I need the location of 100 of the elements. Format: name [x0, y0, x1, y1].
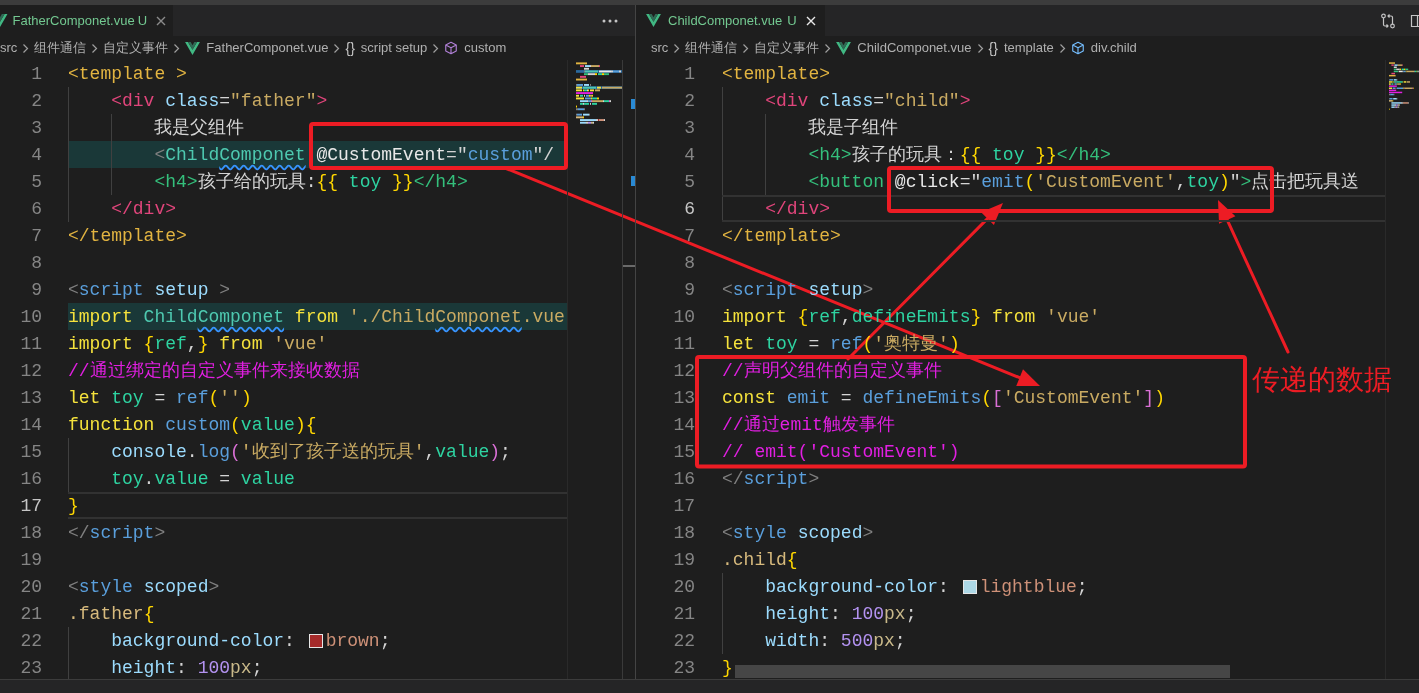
code-line: 我是子组件: [808, 116, 899, 139]
line-number: 7: [31, 224, 42, 247]
code-line: function custom(value){: [68, 413, 317, 436]
line-number: 14: [20, 413, 42, 436]
line-number: 3: [31, 116, 42, 139]
line-number: 9: [31, 278, 42, 301]
code-line: console.log('收到了孩子送的玩具',value);: [111, 440, 511, 463]
line-number: 19: [20, 548, 42, 571]
breadcrumb-item[interactable]: 组件通信: [685, 38, 738, 58]
chevron-right-icon: [673, 42, 681, 54]
code-line: height: 100px;: [765, 602, 917, 625]
line-number: 11: [673, 332, 695, 355]
breadcrumb-item[interactable]: FatherComponet.vue: [185, 38, 329, 58]
scrollbar-thumb[interactable]: [735, 665, 1230, 678]
chevron-right-icon: [91, 42, 99, 54]
line-number: 23: [673, 656, 695, 679]
code-line: <style scoped>: [722, 521, 874, 544]
chevron-right-icon: [824, 42, 832, 54]
breadcrumb-item[interactable]: src: [0, 38, 18, 58]
line-number: 6: [31, 197, 42, 220]
code-line: <template>: [722, 62, 831, 85]
breadcrumb-item[interactable]: ChildComponet.vue: [836, 38, 972, 58]
more-actions-icon[interactable]: [602, 18, 618, 23]
change-marker-icon: [631, 99, 635, 109]
chevron-right-icon: [742, 42, 750, 54]
breadcrumb-item[interactable]: src: [651, 38, 669, 58]
line-number: 16: [673, 467, 695, 490]
breadcrumb-item[interactable]: div.child: [1070, 38, 1137, 58]
code-line: <div class="father">: [111, 89, 328, 112]
editor-tab[interactable]: ChildComponet.vue U: [636, 5, 825, 36]
split-editor-icon[interactable]: [1410, 12, 1419, 29]
chevron-right-icon: [333, 42, 341, 54]
braces-icon: {}: [988, 37, 998, 59]
line-number: 19: [673, 548, 695, 571]
annotation-label: 传递的数据: [1252, 364, 1392, 396]
line-number: 20: [673, 575, 695, 598]
breadcrumb-item[interactable]: custom: [444, 38, 507, 58]
line-number: 6: [684, 197, 695, 220]
code-line: brown;: [325, 629, 391, 652]
cube-icon: [444, 41, 459, 55]
breadcrumb-item[interactable]: {} script setup: [345, 37, 428, 59]
line-number: 13: [20, 386, 42, 409]
code-line: <h4>孩子的玩具：{{ toy }}</h4>: [808, 143, 1111, 166]
line-number: 18: [673, 521, 695, 544]
chevron-right-icon: [976, 42, 984, 54]
git-status: U: [137, 11, 147, 30]
code-line: </template>: [722, 224, 841, 247]
line-number: 22: [20, 629, 42, 652]
code-line: lightblue;: [979, 575, 1088, 598]
line-number: 1: [31, 62, 42, 85]
breadcrumb-item[interactable]: 自定义事件: [103, 38, 169, 58]
code-line: <script setup>: [722, 278, 874, 301]
line-number: 10: [673, 305, 695, 328]
breadcrumb-item[interactable]: 自定义事件: [754, 38, 820, 58]
line-number: 8: [31, 251, 42, 274]
code-line: .child{: [722, 548, 798, 571]
editor-tab[interactable]: FatherComponet.vue U: [0, 5, 173, 36]
line-number: 3: [684, 116, 695, 139]
braces-icon: {}: [345, 37, 355, 59]
cursor-marker-icon: [623, 265, 635, 267]
code-line: toy.value = value: [111, 467, 295, 490]
line-number: 15: [673, 440, 695, 463]
code-line: <div class="child">: [765, 89, 971, 112]
code-line: import ChildComponet from './ChildComponet.vue: [68, 305, 565, 328]
line-number: 17: [20, 494, 42, 517]
code-line: //通过绑定的自定义事件来接收数据: [68, 359, 360, 382]
code-line: </script>: [722, 467, 820, 490]
vue-icon: [0, 14, 8, 27]
line-number: 18: [20, 521, 42, 544]
chevron-right-icon: [1058, 42, 1066, 54]
code-line: //通过emit触发事件: [722, 413, 895, 436]
line-number: 21: [20, 602, 42, 625]
code-line: </template>: [68, 224, 187, 247]
change-marker-icon: [631, 176, 635, 186]
cube-icon: [1070, 41, 1085, 55]
minimap-drawing: [1389, 62, 1419, 111]
minimap-drawing: [576, 62, 622, 125]
line-number: 2: [31, 89, 42, 112]
vue-icon: [646, 14, 661, 27]
code-line: }: [68, 494, 79, 517]
code-line: .father{: [68, 602, 155, 625]
breadcrumb-item[interactable]: {} template: [988, 37, 1054, 59]
line-number: 10: [20, 305, 42, 328]
breadcrumb-item[interactable]: 组件通信: [34, 38, 87, 58]
line-number: 20: [20, 575, 42, 598]
code-line: background-color:: [111, 629, 296, 652]
line-number: 14: [673, 413, 695, 436]
code-line: width: 500px;: [765, 629, 906, 652]
chevron-right-icon: [173, 42, 181, 54]
chevron-right-icon: [432, 42, 440, 54]
line-number: 12: [673, 359, 695, 382]
line-number: 17: [673, 494, 695, 517]
code-line: 我是父组件: [154, 116, 245, 139]
code-line: </div>: [111, 197, 176, 220]
line-number: 23: [20, 656, 42, 679]
line-number: 13: [673, 386, 695, 409]
code-line: }: [722, 656, 733, 679]
code-line: <h4>孩子给的玩具:{{ toy }}</h4>: [154, 170, 468, 193]
compare-changes-icon[interactable]: [1380, 12, 1396, 29]
code-line: <style scoped>: [68, 575, 220, 598]
